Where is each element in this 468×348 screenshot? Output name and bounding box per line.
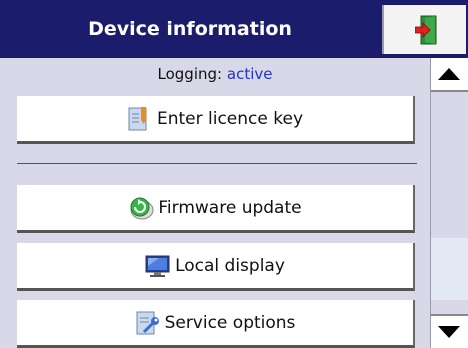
divider (17, 163, 417, 164)
page-title: Device information (88, 18, 292, 40)
scroll-up-button[interactable] (431, 58, 468, 92)
firmware-update-button[interactable]: Firmware update (17, 185, 415, 233)
exit-button[interactable] (382, 5, 466, 54)
monitor-icon (145, 253, 170, 279)
enter-licence-key-label: Enter licence key (156, 108, 304, 129)
wrench-icon (135, 310, 159, 336)
scroll-thumb[interactable] (431, 238, 468, 300)
logging-value: active (226, 65, 273, 83)
enter-licence-key-button[interactable]: Enter licence key (17, 96, 415, 144)
title-bar: Device information (0, 0, 468, 58)
scrollbar[interactable] (430, 58, 468, 348)
update-icon (128, 195, 154, 221)
service-options-label: Service options (164, 312, 296, 333)
firmware-update-label: Firmware update (158, 197, 302, 218)
service-options-button[interactable]: Service options (17, 300, 415, 348)
scroll-down-button[interactable] (431, 314, 468, 348)
logging-label: Logging: (157, 65, 223, 83)
local-display-button[interactable]: Local display (17, 243, 415, 291)
local-display-label: Local display (175, 255, 285, 276)
exit-door-icon (414, 15, 437, 45)
logging-status: Logging: active (0, 60, 430, 88)
document-icon (127, 106, 151, 132)
